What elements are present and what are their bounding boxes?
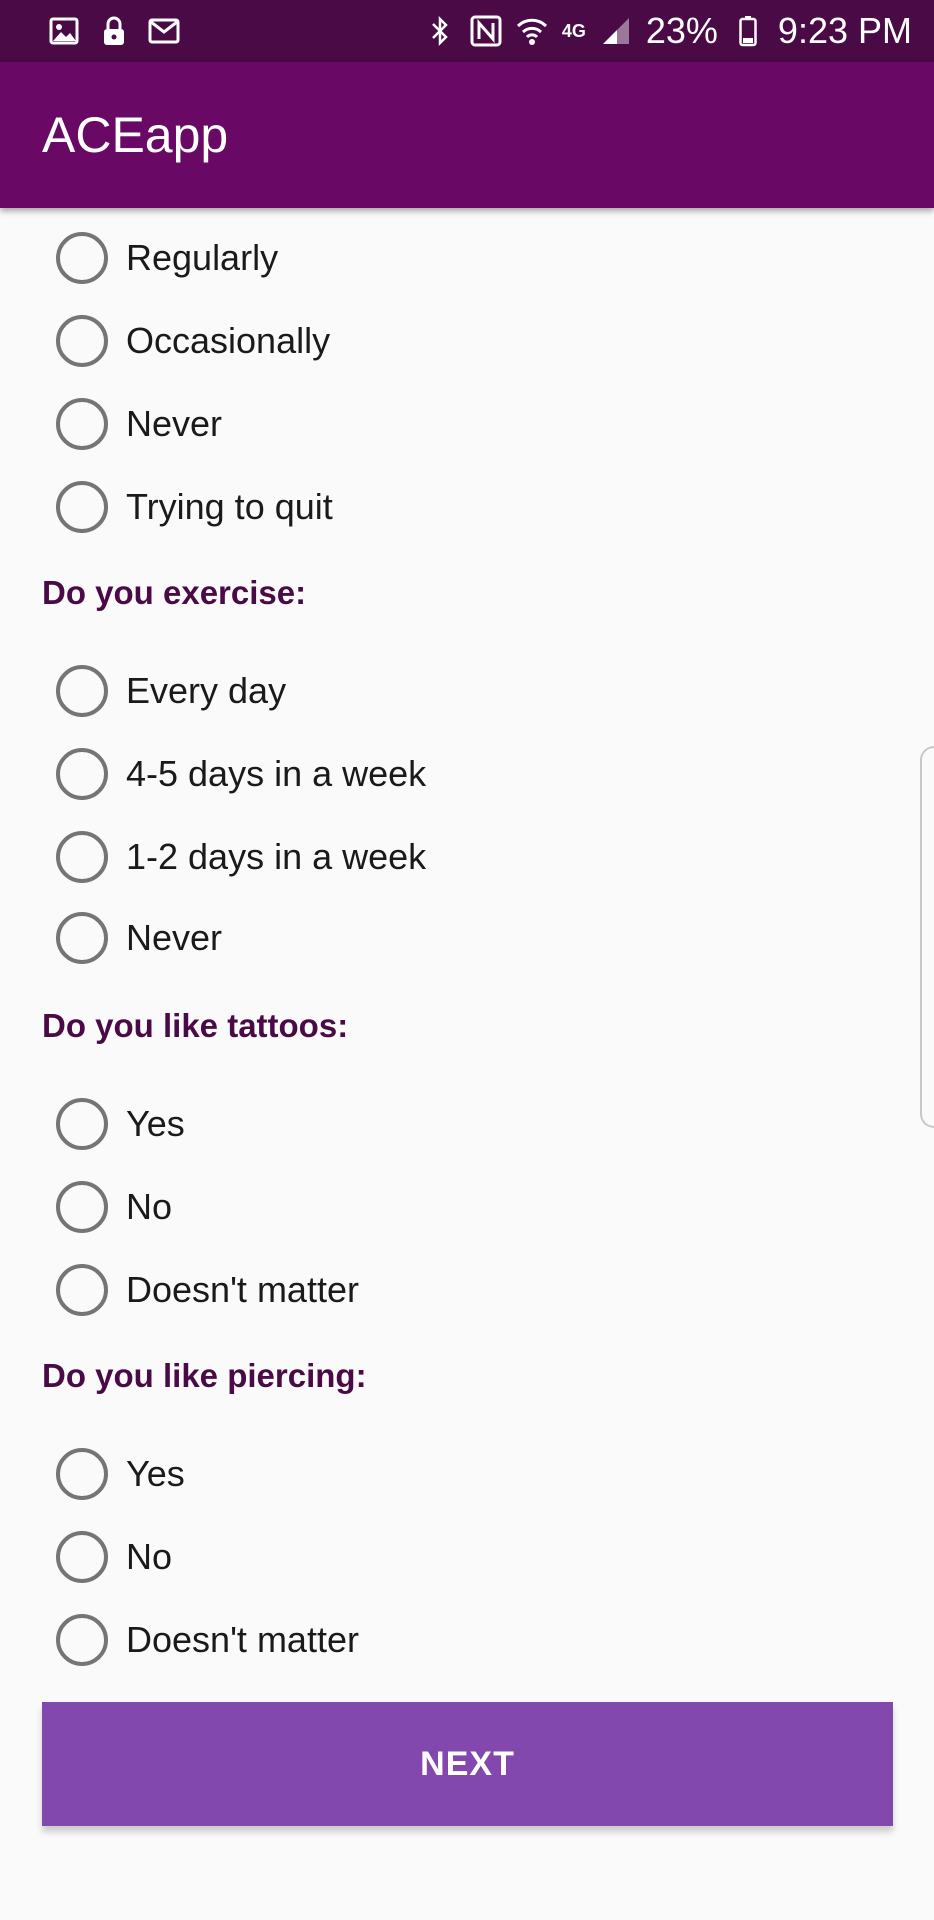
smoking-option-never[interactable]: Never bbox=[56, 394, 222, 454]
option-label: Yes bbox=[126, 1103, 185, 1144]
radio-button[interactable] bbox=[56, 1614, 108, 1666]
signal-icon bbox=[600, 15, 632, 47]
image-icon bbox=[48, 15, 80, 47]
option-label: Never bbox=[126, 917, 223, 958]
radio-button[interactable] bbox=[56, 1098, 108, 1150]
option-label: Yes bbox=[126, 1453, 185, 1494]
mail-icon bbox=[148, 15, 180, 47]
tattoos-option-yes[interactable]: Yes bbox=[56, 1094, 185, 1154]
status-time: 9:23 PM bbox=[777, 10, 912, 51]
piercing-question: Do you like piercing: bbox=[42, 1357, 367, 1394]
tattoos-question: Do you like tattoos: bbox=[42, 1007, 349, 1044]
option-label: No bbox=[126, 1186, 173, 1227]
tattoos-option-doesnt-matter[interactable]: Doesn't matter bbox=[56, 1260, 359, 1320]
status-bar: 4G 23% 9:23 PM bbox=[0, 0, 934, 62]
exercise-question: Do you exercise: bbox=[42, 574, 307, 611]
smoking-option-regularly[interactable]: Regularly bbox=[56, 228, 278, 288]
exercise-option-never[interactable]: Never bbox=[56, 908, 222, 968]
option-label: Trying to quit bbox=[126, 486, 333, 527]
piercing-option-doesnt-matter[interactable]: Doesn't matter bbox=[56, 1610, 359, 1670]
wifi-icon bbox=[516, 15, 548, 47]
next-button[interactable]: NEXT bbox=[42, 1702, 893, 1826]
option-label: Regularly bbox=[126, 237, 279, 278]
radio-button[interactable] bbox=[56, 1531, 108, 1583]
option-label: No bbox=[126, 1536, 173, 1577]
radio-button[interactable] bbox=[56, 1448, 108, 1500]
smoking-option-trying-to-quit[interactable]: Trying to quit bbox=[56, 477, 333, 537]
network-label: 4G bbox=[561, 21, 586, 41]
radio-button[interactable] bbox=[56, 315, 108, 367]
questionnaire-content[interactable]: Regularly Occasionally Never Trying to q… bbox=[0, 208, 934, 1920]
option-label: Never bbox=[126, 403, 223, 444]
piercing-option-yes[interactable]: Yes bbox=[56, 1444, 185, 1504]
radio-button[interactable] bbox=[56, 748, 108, 800]
tattoos-option-no[interactable]: No bbox=[56, 1177, 172, 1237]
edge-panel-handle[interactable] bbox=[920, 746, 934, 1128]
radio-button[interactable] bbox=[56, 831, 108, 883]
exercise-option-1-2-days[interactable]: 1-2 days in a week bbox=[56, 827, 426, 887]
status-left-icons bbox=[48, 15, 180, 47]
lock-icon bbox=[98, 15, 130, 47]
app-title: ACEapp bbox=[42, 107, 229, 163]
nfc-icon bbox=[470, 15, 502, 47]
network-4g-icon: 4G bbox=[562, 22, 586, 40]
radio-button[interactable] bbox=[56, 232, 108, 284]
radio-button[interactable] bbox=[56, 1181, 108, 1233]
radio-button[interactable] bbox=[56, 398, 108, 450]
exercise-option-4-5-days[interactable]: 4-5 days in a week bbox=[56, 744, 426, 804]
radio-button[interactable] bbox=[56, 912, 108, 964]
battery-percent: 23% bbox=[645, 10, 718, 51]
exercise-option-every-day[interactable]: Every day bbox=[56, 661, 286, 721]
option-label: Doesn't matter bbox=[126, 1269, 359, 1310]
radio-button[interactable] bbox=[56, 1264, 108, 1316]
option-label: 4-5 days in a week bbox=[126, 753, 427, 794]
battery-icon bbox=[732, 15, 764, 47]
option-label: 1-2 days in a week bbox=[126, 836, 427, 877]
option-label: Every day bbox=[126, 670, 287, 711]
option-label: Doesn't matter bbox=[126, 1619, 359, 1660]
status-right-icons: 4G 23% 9:23 PM bbox=[424, 13, 912, 49]
app-bar: ACEapp bbox=[0, 62, 934, 208]
radio-button[interactable] bbox=[56, 665, 108, 717]
bluetooth-icon bbox=[424, 15, 456, 47]
option-label: Occasionally bbox=[126, 320, 331, 361]
piercing-option-no[interactable]: No bbox=[56, 1527, 172, 1587]
smoking-option-occasionally[interactable]: Occasionally bbox=[56, 311, 330, 371]
radio-button[interactable] bbox=[56, 481, 108, 533]
